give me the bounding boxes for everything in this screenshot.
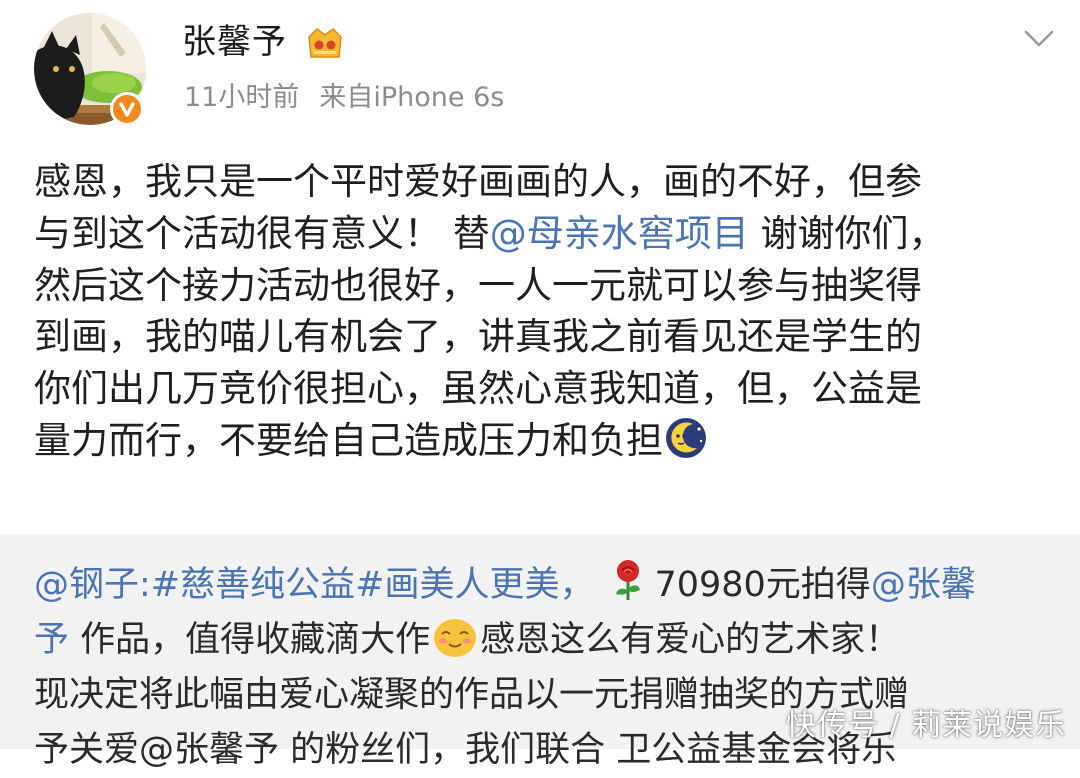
post-line: 然后这个接力活动也很好，一人一元就可以参与抽奖得: [34, 263, 922, 307]
post-header: 张馨予 11小时前 来自iPhone 6s: [0, 0, 1080, 140]
repost-text-segment: 作品，值得收藏滴大作: [69, 620, 431, 660]
post-line: 与到这个活动很有意义！ 替@母亲水窖项目 谢谢你们，: [34, 208, 1054, 260]
post-time: 11小时前: [184, 82, 300, 113]
chevron-down-icon[interactable]: [1022, 26, 1056, 52]
smile-emoji: [432, 615, 478, 659]
hashtag-text[interactable]: :#慈善纯公益#画美人更美，: [139, 565, 594, 605]
post-line: 你们出几万竞价很担心，虽然心意我知道，但，公益是: [34, 367, 922, 411]
mention-link[interactable]: @钢子: [34, 565, 139, 605]
watermark: 快传号 / 莉莱说娱乐: [786, 708, 1067, 743]
post-line: 到画，我的喵儿有机会了，讲真我之前看见还是学生的: [34, 315, 922, 359]
post-line: 感恩，我只是一个平时爱好画画的人，画的不好，但参: [34, 160, 922, 203]
vip-crown-icon[interactable]: [305, 25, 345, 61]
author-name[interactable]: 张馨予: [182, 20, 287, 64]
verified-v-icon: [110, 92, 144, 126]
post-text-segment: 谢谢你们，: [748, 211, 946, 255]
repost-line: @钢子:#慈善纯公益#画美人更美， 70980元拍得@张馨: [34, 558, 1064, 613]
mention-link[interactable]: 予: [34, 620, 69, 660]
post-text-segment: 与到这个活动很有意义！ 替: [34, 211, 490, 255]
post-source[interactable]: 来自iPhone 6s: [319, 82, 504, 113]
price-text: 70980元拍得: [654, 565, 871, 605]
sleeping-moon-emoji: [663, 415, 709, 461]
rose-emoji: [610, 558, 646, 602]
post-text-segment: 量力而行，不要给自己造成压力和负担: [34, 418, 663, 462]
post-line: 量力而行，不要给自己造成压力和负担: [34, 415, 1054, 467]
repost-text-segment: 感恩这么有爱心的艺术家！: [480, 620, 901, 660]
mention-link[interactable]: @母亲水窖项目: [490, 212, 749, 255]
mention-link[interactable]: @张馨: [871, 565, 976, 605]
repost-line: 予 作品，值得收藏滴大作 感恩这么有爱心的艺术家！: [34, 613, 1064, 668]
post-text: 感恩，我只是一个平时爱好画画的人，画的不好，但参 与到这个活动很有意义！ 替@母…: [34, 156, 1054, 467]
post-meta: 11小时前 来自iPhone 6s: [184, 78, 504, 118]
